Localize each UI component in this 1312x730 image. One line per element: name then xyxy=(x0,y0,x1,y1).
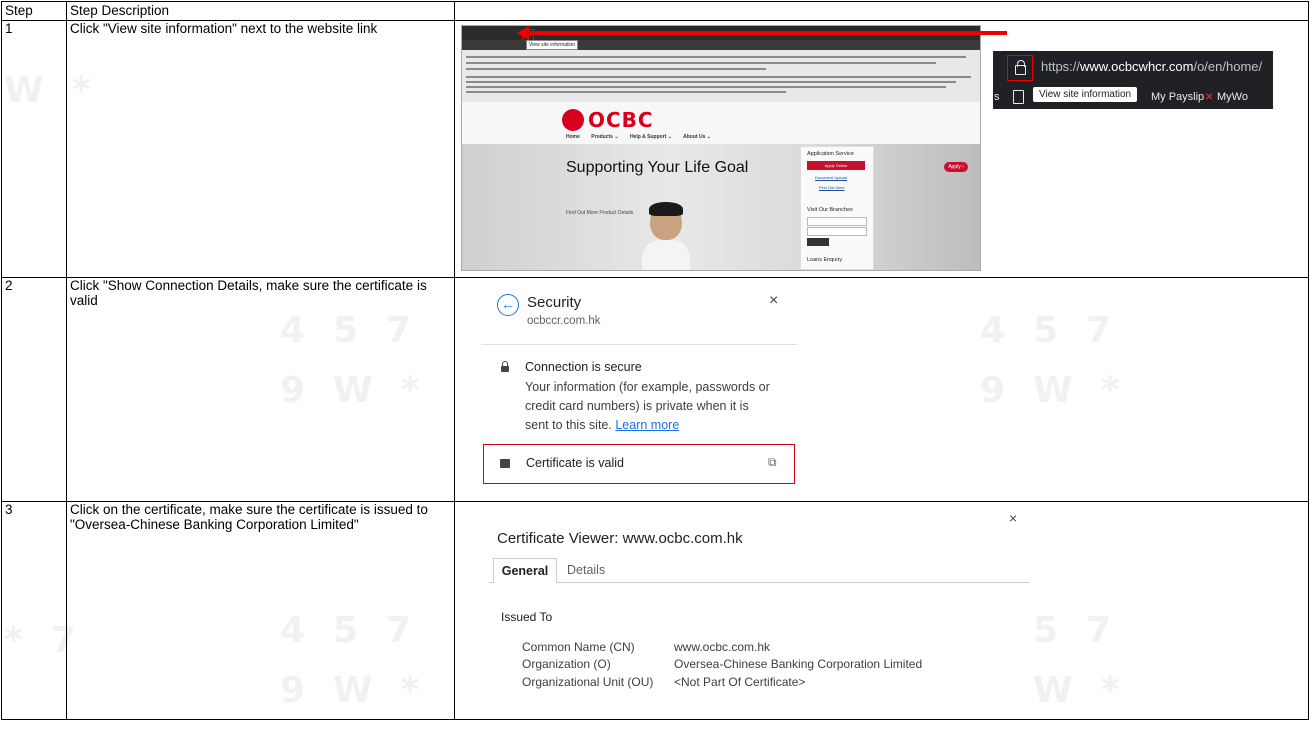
popup-domain: ocbccr.com.hk xyxy=(527,315,601,327)
panel-link[interactable]: Document Upload xyxy=(815,175,847,180)
field-label: Organization (O) xyxy=(522,657,611,671)
field-value: <Not Part Of Certificate> xyxy=(674,675,806,689)
viewer-tabs: General Details xyxy=(489,556,1029,583)
nav-item[interactable]: Help & Support ⌄ xyxy=(630,134,672,140)
table-row: 3 Click on the certificate, make sure th… xyxy=(1,501,1309,720)
document-icon xyxy=(1013,90,1024,104)
step2-image-cell: ← Security ocbccr.com.hk × Connection is… xyxy=(454,277,1309,502)
apply-pill[interactable]: Apply › xyxy=(944,162,968,172)
district-select[interactable] xyxy=(807,227,867,236)
hero-title: Supporting Your Life Goal xyxy=(566,159,749,176)
panel-link[interactable]: Find Out More xyxy=(819,185,845,190)
hero-link[interactable]: Find Out More Product Details xyxy=(566,210,633,216)
tab-details[interactable]: Details xyxy=(567,558,605,582)
header-row: Step Step Description xyxy=(1,1,1309,21)
bookmark-icon: ✕ xyxy=(1205,92,1214,103)
browser-screenshot: View site information OCBC Home Products… xyxy=(461,25,981,271)
certificate-label: Certificate is valid xyxy=(526,456,624,470)
site-info-tooltip: View site information xyxy=(1033,87,1138,102)
step3-image-cell: × Certificate Viewer: www.ocbc.com.hk Ge… xyxy=(454,501,1309,720)
connection-body: Your information (for example, passwords… xyxy=(525,380,770,432)
field-label: Common Name (CN) xyxy=(522,640,635,654)
locate-button[interactable] xyxy=(807,238,829,246)
site-info-tooltip: View site information xyxy=(526,40,579,50)
ocbc-logo: OCBC xyxy=(562,108,654,132)
field-value: www.ocbc.com.hk xyxy=(674,640,771,654)
field-value: Oversea-Chinese Banking Corporation Limi… xyxy=(674,657,923,671)
branch-select[interactable] xyxy=(807,217,867,226)
nav-item[interactable]: Products ⌄ xyxy=(591,134,618,140)
header-image xyxy=(454,1,1309,21)
bookmark-mywo[interactable]: MyWo xyxy=(1217,91,1248,103)
steps-table: Step Step Description 1 Click "View site… xyxy=(1,1,1309,720)
popup-title: Security xyxy=(527,294,582,311)
url-text[interactable]: https://www.ocbcwhcr.com/o/en/home/ xyxy=(1041,59,1262,74)
connection-heading: Connection is secure xyxy=(525,360,642,374)
close-icon[interactable]: × xyxy=(1009,510,1017,526)
step-description: Click on the certificate, make sure the … xyxy=(66,501,455,720)
header-step: Step xyxy=(1,1,67,21)
learn-more-link[interactable]: Learn more xyxy=(615,418,679,432)
issued-to-heading: Issued To xyxy=(501,610,553,624)
site-nav: Home Products ⌄ Help & Support ⌄ About U… xyxy=(566,134,721,140)
address-bar-zoom: https://www.ocbcwhcr.com/o/en/home/ s Vi… xyxy=(993,51,1273,109)
step1-image-cell: View site information OCBC Home Products… xyxy=(454,20,1309,278)
site-header: OCBC Home Products ⌄ Help & Support ⌄ Ab… xyxy=(462,102,980,145)
tab-general[interactable]: General xyxy=(493,558,557,583)
bookmark-payslip[interactable]: My Payslip xyxy=(1151,91,1204,103)
arrow-line xyxy=(525,31,1007,35)
lock-icon xyxy=(501,361,509,372)
security-popup: ← Security ocbccr.com.hk × Connection is… xyxy=(481,282,797,500)
close-icon[interactable]: × xyxy=(769,292,778,310)
application-panel: Application Service Apply Online Documen… xyxy=(800,146,874,270)
step-number: 2 xyxy=(1,277,67,502)
nav-item[interactable]: About Us ⌄ xyxy=(683,134,711,140)
panel-loans: Loans Enquiry xyxy=(807,257,843,263)
certificate-row[interactable]: Certificate is valid ⧉ xyxy=(483,444,795,484)
certificate-icon xyxy=(500,459,510,468)
panel-heading: Application Service xyxy=(807,151,854,157)
divider xyxy=(481,344,797,345)
table-row: 2 Click "Show Connection Details, make s… xyxy=(1,277,1309,502)
step-number: 1 xyxy=(1,20,67,278)
header-description: Step Description xyxy=(66,1,455,21)
viewer-title: Certificate Viewer: www.ocbc.com.hk xyxy=(497,530,743,547)
step-number: 3 xyxy=(1,501,67,720)
person-photo xyxy=(642,202,690,270)
hero-banner: Supporting Your Life Goal Find Out More … xyxy=(462,144,980,270)
back-arrow-icon[interactable]: ← xyxy=(497,294,519,316)
lock-icon[interactable] xyxy=(1007,55,1033,81)
table-row: 1 Click "View site information" next to … xyxy=(1,20,1309,278)
field-label: Organizational Unit (OU) xyxy=(522,675,654,689)
step-description: Click "View site information" next to th… xyxy=(66,20,455,278)
step-description: Click "Show Connection Details, make sur… xyxy=(66,277,455,502)
notice-banner xyxy=(462,50,980,102)
panel-branches: Visit Our Branches xyxy=(807,207,853,213)
apply-online-button[interactable]: Apply Online xyxy=(807,161,865,170)
certificate-viewer: × Certificate Viewer: www.ocbc.com.hk Ge… xyxy=(481,506,1031,718)
external-link-icon: ⧉ xyxy=(768,455,777,469)
bookmark-fragment: s xyxy=(994,91,1000,103)
nav-item[interactable]: Home xyxy=(566,134,580,140)
